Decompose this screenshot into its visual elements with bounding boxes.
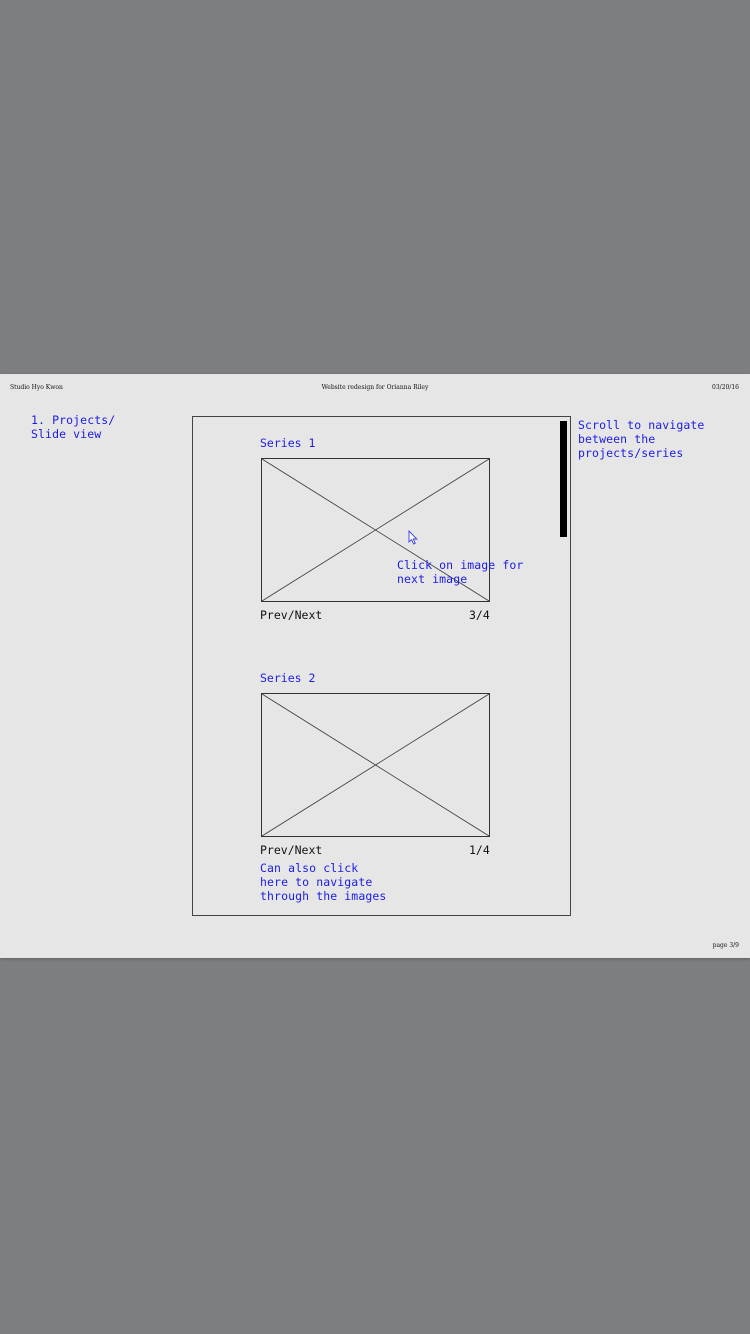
- series-1-counter: 3/4: [469, 608, 490, 622]
- section-label: 1. Projects/ Slide view: [31, 413, 116, 441]
- series-2-image[interactable]: [261, 693, 490, 837]
- series-2-prev-next[interactable]: Prev/Next: [260, 843, 322, 857]
- series-1-title[interactable]: Series 1: [260, 436, 315, 450]
- mouse-cursor-icon: [408, 530, 418, 545]
- scroll-annotation: Scroll to navigate between the projects/…: [578, 418, 705, 460]
- page-number: page 3/9: [712, 942, 739, 949]
- series-2-title[interactable]: Series 2: [260, 671, 315, 685]
- click-image-annotation: Click on image for next image: [397, 558, 524, 586]
- document-title: Website redesign for Orianna Riley: [321, 384, 429, 391]
- series-2-counter: 1/4: [469, 843, 490, 857]
- placeholder-image-icon: [262, 694, 489, 836]
- navigation-annotation: Can also click here to navigate through …: [260, 861, 387, 903]
- series-1-prev-next[interactable]: Prev/Next: [260, 608, 322, 622]
- wireframe-page: Studio Hyo Kwon Website redesign for Ori…: [0, 374, 750, 958]
- scrollbar[interactable]: [560, 421, 567, 537]
- document-date: 03/20/16: [712, 384, 739, 391]
